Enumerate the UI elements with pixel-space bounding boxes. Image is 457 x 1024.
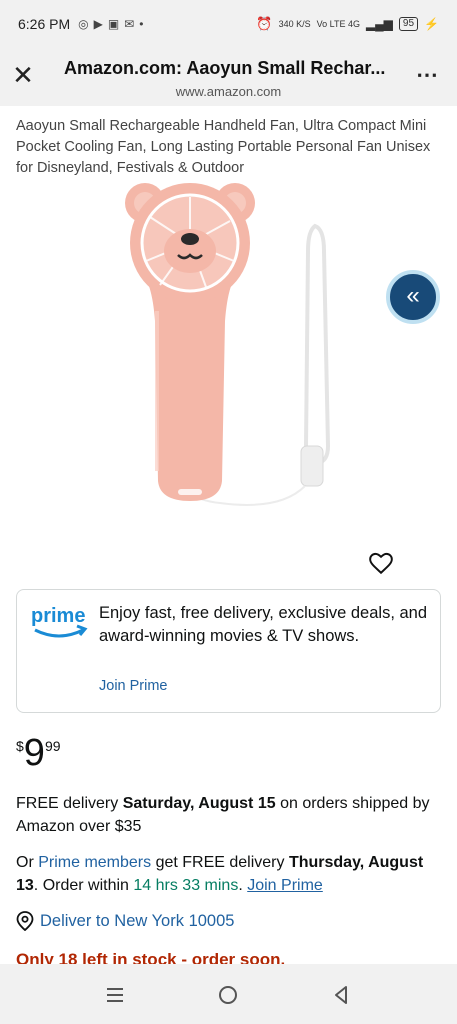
status-time: 6:26 PM	[18, 16, 71, 32]
more-dot-icon: •	[139, 17, 144, 31]
prime-promo-text: Enjoy fast, free delivery, exclusive dea…	[99, 604, 428, 645]
free-delivery-date: Saturday, August 15	[122, 795, 276, 812]
get-free-text: get FREE delivery	[151, 854, 289, 871]
deliver-to-location[interactable]: Deliver to New York 10005	[16, 911, 234, 931]
status-bar: 6:26 PM ◎ ▶ ▣ ✉ • ⏰ 340 K/S Vo LTE 4G ▂▄…	[0, 0, 457, 48]
location-pin-icon	[16, 911, 34, 931]
join-prime-link[interactable]: Join Prime	[99, 678, 168, 694]
net-speed: 340 K/S	[278, 19, 311, 29]
back-icon[interactable]	[328, 982, 354, 1008]
network-type: Vo LTE 4G	[316, 19, 360, 29]
order-within-text: . Order within	[33, 877, 134, 894]
notification-icons: ◎ ▶ ▣ ✉ •	[78, 17, 143, 31]
gmail-icon: ✉	[124, 17, 135, 31]
heart-icon[interactable]	[368, 550, 394, 576]
page-url: www.amazon.com	[175, 84, 282, 99]
order-countdown: 14 hrs 33 mins	[133, 877, 239, 894]
status-right: ⏰ 340 K/S Vo LTE 4G ▂▄▆ 95 ⚡	[256, 16, 439, 32]
page-title: Amazon.com: Aaoyun Small Rechar...	[64, 58, 386, 78]
office-icon: ▣	[107, 17, 120, 31]
charging-icon: ⚡	[424, 17, 439, 31]
prime-promo-card: prime Enjoy fast, free delivery, exclusi…	[16, 589, 441, 713]
price-whole: 9	[23, 732, 45, 774]
alarm-icon: ⏰	[256, 16, 273, 31]
battery-icon: 95	[398, 17, 419, 31]
deliver-to-text: Deliver to New York 10005	[40, 911, 235, 930]
browser-toolbar: ✕ Amazon.com: Aaoyun Small Rechar... www…	[0, 48, 457, 106]
free-delivery-prefix: FREE delivery	[16, 795, 123, 812]
product-image[interactable]	[110, 181, 350, 511]
price: $999	[16, 732, 61, 775]
price-fraction: 99	[44, 738, 61, 754]
free-delivery-info: FREE delivery Saturday, August 15 on ord…	[16, 792, 436, 838]
prime-members-link[interactable]: Prime members	[38, 854, 151, 871]
period-text: .	[238, 877, 248, 894]
prime-logo: prime	[31, 605, 88, 638]
home-icon[interactable]	[215, 982, 241, 1008]
or-text: Or	[16, 854, 39, 871]
more-options-icon[interactable]: ⋯	[416, 62, 439, 88]
page-content: Aaoyun Small Rechargeable Handheld Fan, …	[0, 106, 457, 964]
product-title: Aaoyun Small Rechargeable Handheld Fan, …	[16, 118, 431, 176]
prime-delivery-info: Or Prime members get FREE delivery Thurs…	[16, 851, 446, 897]
collapse-button[interactable]: «	[386, 270, 440, 324]
youtube-icon: ▶	[93, 17, 103, 31]
recent-apps-icon[interactable]	[102, 982, 128, 1008]
stock-warning: Only 18 left in stock - order soon.	[16, 950, 286, 964]
signal-icon: ▂▄▆	[365, 17, 393, 31]
double-chevron-left-icon: «	[406, 282, 420, 309]
join-prime-inline-link[interactable]: Join Prime	[247, 877, 323, 894]
prime-logo-text: prime	[31, 605, 85, 627]
system-nav-bar	[0, 964, 457, 1024]
whatsapp-icon: ◎	[78, 17, 89, 31]
price-symbol: $	[16, 738, 24, 754]
